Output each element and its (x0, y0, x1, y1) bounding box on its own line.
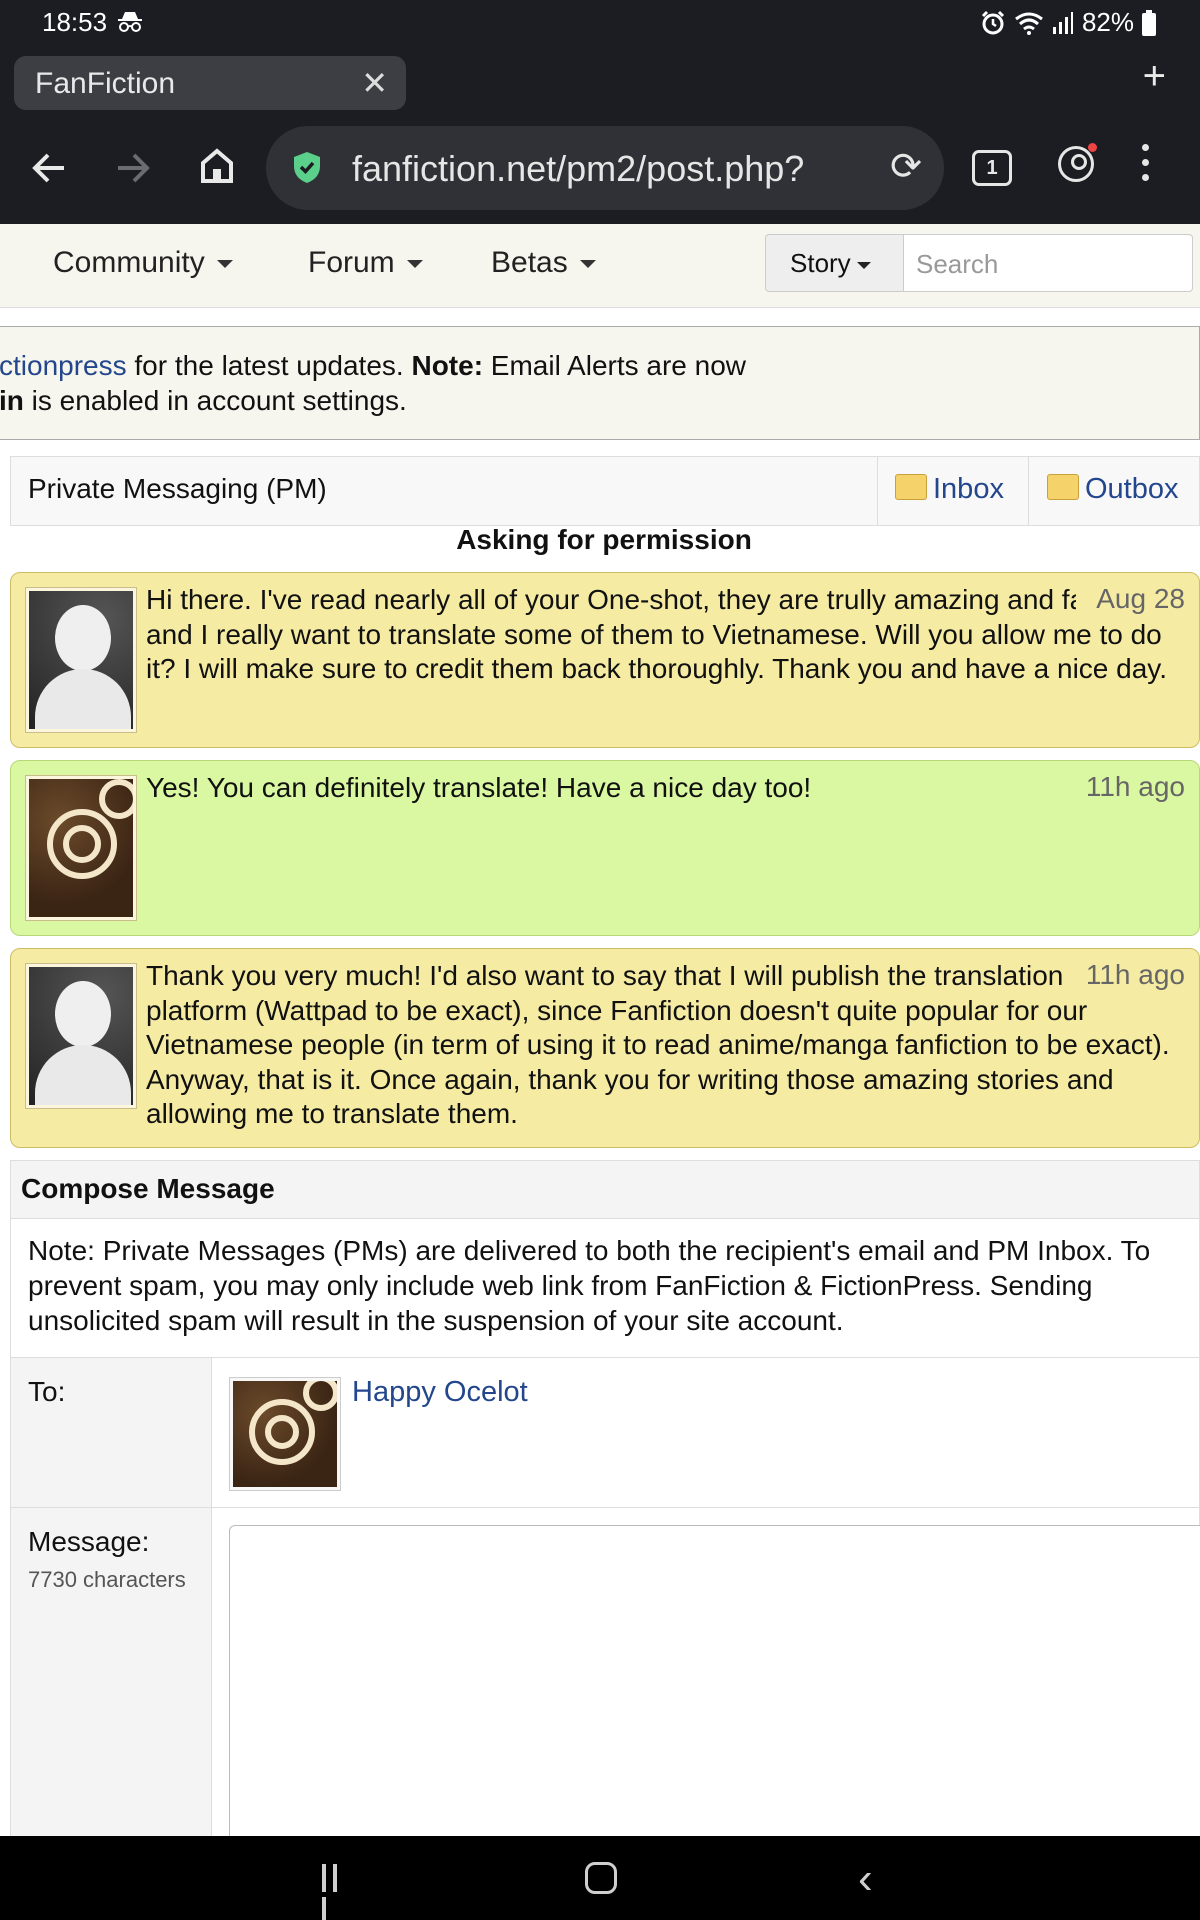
message-label: Message: (28, 1526, 150, 1557)
avatar[interactable] (25, 775, 137, 921)
message-subject: Asking for permission (456, 524, 752, 555)
outbox-folder-icon (1047, 474, 1079, 501)
message-date: 11h ago (1065, 771, 1185, 803)
url-text[interactable]: fanfiction.net/pm2/post.php? (352, 148, 862, 190)
system-nav-bar: ‹ (0, 1836, 1200, 1920)
message-item: Hi there. I've read nearly all of your O… (10, 572, 1200, 748)
wifi-icon (1015, 12, 1043, 35)
shield-icon (294, 152, 320, 183)
battery-icon (1142, 9, 1156, 36)
battery-percent: 82% (1081, 7, 1134, 37)
incognito-icon (118, 12, 142, 32)
default-avatar-icon (29, 591, 133, 729)
status-bar: 18:53 82% (0, 0, 1200, 44)
nav-betas[interactable]: Betas (491, 246, 596, 280)
browser-chrome: FanFiction ✕ + fanfiction.net/pm2/post.p… (0, 44, 1200, 224)
compose-panel: Compose Message Note: Private Messages (… (10, 1160, 1200, 1920)
address-bar[interactable]: fanfiction.net/pm2/post.php? ⟳ (266, 126, 944, 210)
message-text: Hi there. I've read nearly all of your O… (146, 584, 1167, 684)
nav-community[interactable]: Community (53, 246, 233, 280)
site-nav: Community Forum Betas Story Search (0, 224, 1200, 308)
to-label: To: (28, 1376, 66, 1407)
browser-tab[interactable]: FanFiction ✕ (14, 56, 406, 110)
avatar[interactable] (25, 963, 137, 1109)
forward-arrow-icon[interactable] (116, 152, 150, 184)
alarm-icon (981, 10, 1005, 34)
pm-header: Private Messaging (PM) Inbox Outbox (10, 456, 1200, 526)
default-avatar-icon (29, 967, 133, 1105)
caret-down-icon (579, 260, 596, 269)
cinnamon-roll-avatar-icon (233, 1381, 337, 1487)
home-button-icon[interactable] (585, 1862, 617, 1894)
home-icon[interactable] (200, 148, 234, 184)
new-tab-icon[interactable]: + (1143, 54, 1166, 99)
message-text: Thank you very much! I'd also want to sa… (146, 960, 1174, 1129)
recent-apps-icon[interactable] (322, 1864, 352, 1920)
compose-title: Compose Message (11, 1161, 1199, 1219)
pm-title: Private Messaging (PM) (28, 473, 327, 504)
outbox-link[interactable]: Outbox (1047, 473, 1179, 506)
caret-down-icon (216, 260, 233, 269)
compose-note: Note: Private Messages (PMs) are deliver… (28, 1235, 1151, 1336)
notice-link[interactable]: ctionpress (0, 350, 127, 381)
message-item: Yes! You can definitely translate! Have … (10, 760, 1200, 936)
inbox-folder-icon (895, 474, 927, 501)
inbox-link[interactable]: Inbox (895, 473, 1004, 506)
tab-title: FanFiction (35, 67, 176, 100)
clock: 18:53 (42, 7, 108, 37)
back-arrow-icon[interactable] (32, 152, 66, 184)
signal-icon (1052, 11, 1073, 34)
search-input[interactable]: Search (903, 234, 1193, 292)
notification-dot (1088, 143, 1097, 152)
search-type-dropdown[interactable]: Story (765, 234, 905, 292)
cinnamon-roll-avatar-icon (29, 779, 133, 917)
avatar[interactable] (25, 587, 137, 733)
caret-down-icon (406, 260, 423, 269)
tab-switcher-button[interactable]: 1 (972, 150, 1012, 186)
caret-down-icon (856, 261, 871, 269)
char-count: 7730 characters (28, 1567, 186, 1592)
close-tab-icon[interactable]: ✕ (361, 64, 388, 102)
back-chevron-icon[interactable]: ‹ (858, 1854, 873, 1904)
recipient-avatar (229, 1377, 341, 1491)
nav-forum[interactable]: Forum (308, 246, 423, 280)
menu-icon[interactable] (1142, 144, 1150, 184)
site-notice: ctionpress for the latest updates. Note:… (0, 326, 1200, 440)
recipient-link[interactable]: Happy Ocelot (352, 1376, 528, 1409)
message-text: Yes! You can definitely translate! Have … (146, 772, 812, 803)
message-date: Aug 28 (1076, 583, 1185, 615)
message-date: 11h ago (1065, 959, 1185, 991)
reload-icon[interactable]: ⟳ (890, 144, 922, 189)
message-item: Thank you very much! I'd also want to sa… (10, 948, 1200, 1148)
account-icon[interactable] (1058, 143, 1097, 182)
